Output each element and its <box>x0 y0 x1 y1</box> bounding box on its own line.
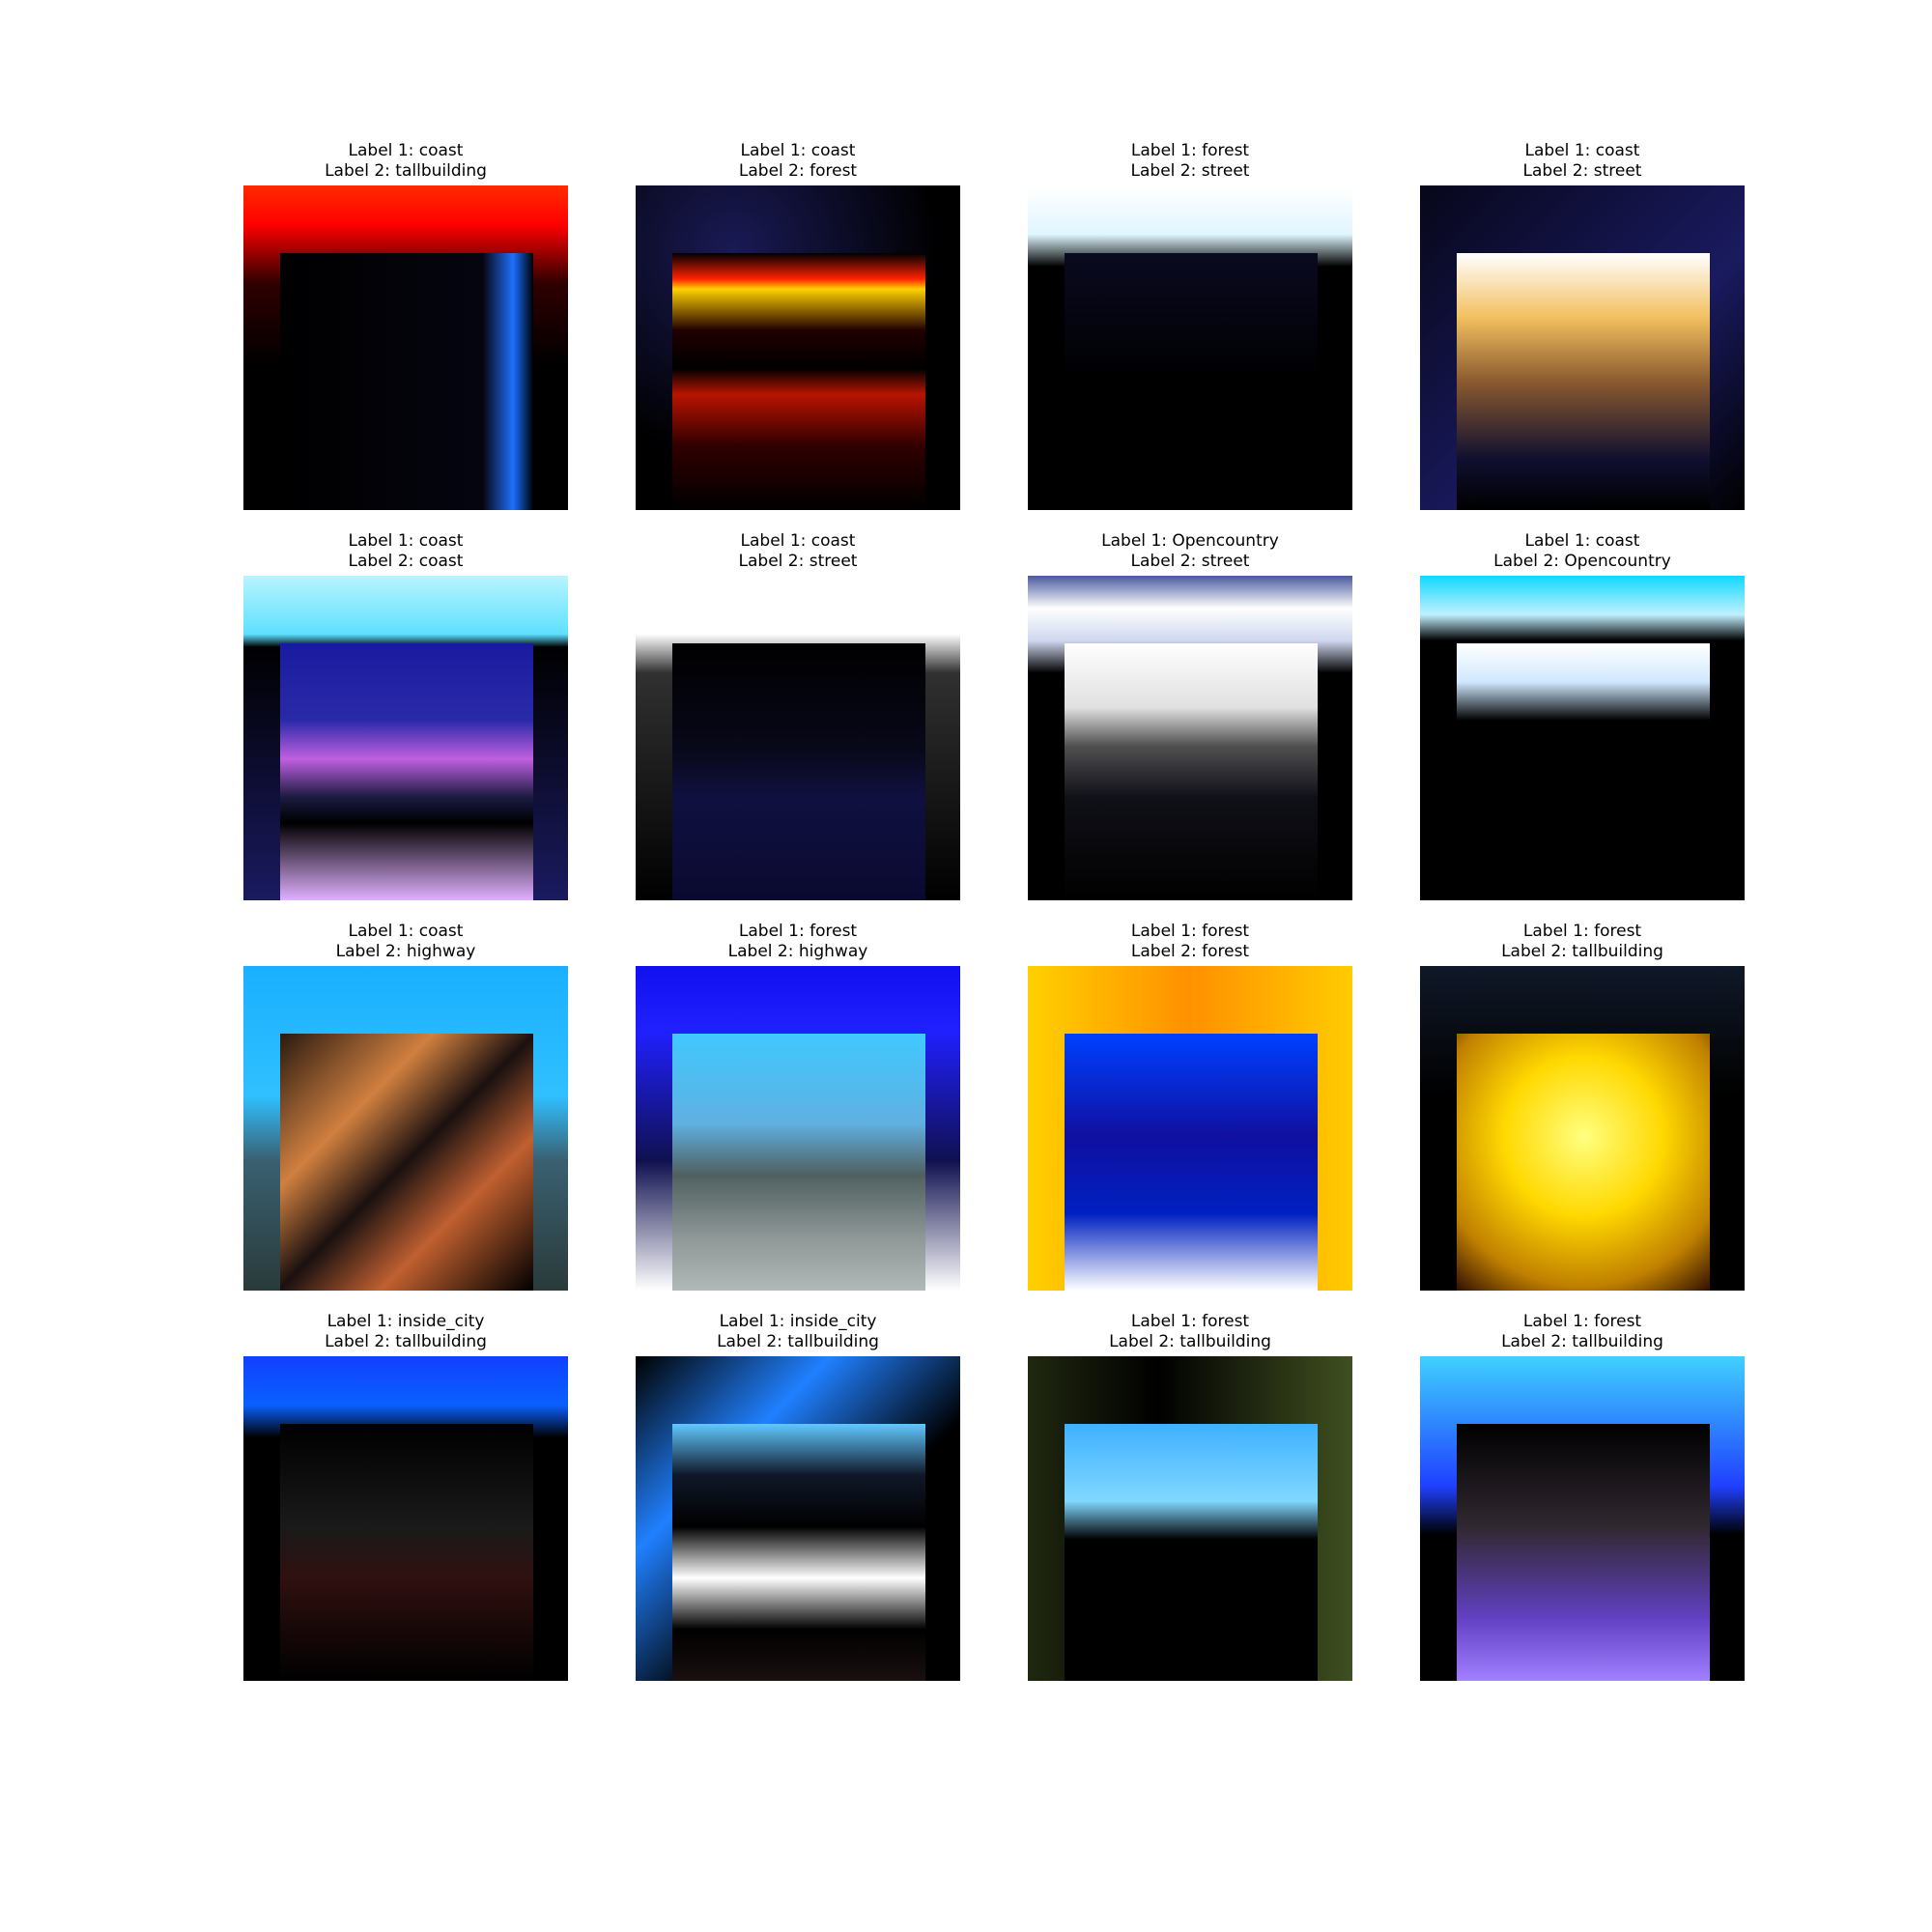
label-1: Label 1: forest <box>1130 141 1250 160</box>
label-2: Label 2: Opencountry <box>1493 552 1671 571</box>
panel-caption: Label 1: forest Label 2: forest <box>989 922 1391 964</box>
label-1: Label 1: Opencountry <box>1101 531 1279 551</box>
pasted-patch <box>1457 643 1710 900</box>
panel: Label 1: coast Label 2: Opencountry <box>1420 531 1745 900</box>
panel-caption: Label 1: coast Label 2: highway <box>205 922 607 964</box>
label-2: Label 2: forest <box>738 161 858 181</box>
label-2: Label 2: tallbuilding <box>1501 1332 1663 1351</box>
label-1: Label 1: forest <box>1130 1312 1250 1331</box>
pasted-patch <box>672 643 925 900</box>
panel: Label 1: forest Label 2: tallbuilding <box>1420 922 1745 1291</box>
label-2: Label 2: forest <box>1130 942 1250 961</box>
scene-image <box>1028 1356 1352 1681</box>
pasted-patch <box>280 1034 533 1291</box>
panel-caption: Label 1: coast Label 2: coast <box>205 531 607 574</box>
panel: Label 1: coast Label 2: forest <box>636 141 960 510</box>
panel: Label 1: forest Label 2: forest <box>1028 922 1352 1291</box>
panel-caption: Label 1: forest Label 2: tallbuilding <box>1381 922 1783 964</box>
label-1: Label 1: coast <box>348 531 464 551</box>
scene-image <box>1420 966 1745 1291</box>
label-2: Label 2: street <box>1130 161 1250 181</box>
pasted-patch <box>672 1034 925 1291</box>
panel: Label 1: coast Label 2: street <box>1420 141 1745 510</box>
label-1: Label 1: inside_city <box>719 1312 877 1331</box>
label-1: Label 1: inside_city <box>327 1312 485 1331</box>
pasted-patch <box>1065 1034 1318 1291</box>
panel-caption: Label 1: coast Label 2: tallbuilding <box>205 141 607 184</box>
label-2: Label 2: tallbuilding <box>325 1332 487 1351</box>
label-2: Label 2: tallbuilding <box>717 1332 879 1351</box>
panel: Label 1: inside_city Label 2: tallbuildin… <box>636 1312 960 1681</box>
panel-caption: Label 1: coast Label 2: Opencountry <box>1381 531 1783 574</box>
panel: Label 1: forest Label 2: tallbuilding <box>1028 1312 1352 1681</box>
label-2: Label 2: street <box>738 552 858 571</box>
panel-caption: Label 1: Opencountry Label 2: street <box>989 531 1391 574</box>
panel: Label 1: forest Label 2: tallbuilding <box>1420 1312 1745 1681</box>
label-2: Label 2: tallbuilding <box>1109 1332 1271 1351</box>
scene-image <box>636 1356 960 1681</box>
image-grid: Label 1: coast Label 2: tallbuilding Label… <box>243 141 1745 1681</box>
pasted-patch <box>1457 1034 1710 1291</box>
pasted-patch <box>280 1424 533 1681</box>
panel-caption: Label 1: coast Label 2: street <box>1381 141 1783 184</box>
panel: Label 1: Opencountry Label 2: street <box>1028 531 1352 900</box>
panel-caption: Label 1: forest Label 2: tallbuilding <box>989 1312 1391 1354</box>
label-2: Label 2: highway <box>727 942 868 961</box>
scene-image <box>243 185 568 510</box>
label-2: Label 2: street <box>1522 161 1642 181</box>
panel: Label 1: coast Label 2: highway <box>243 922 568 1291</box>
label-1: Label 1: coast <box>348 922 464 941</box>
panel: Label 1: forest Label 2: street <box>1028 141 1352 510</box>
pasted-patch <box>672 1424 925 1681</box>
scene-image <box>1420 576 1745 900</box>
scene-image <box>636 966 960 1291</box>
scene-image <box>636 576 960 900</box>
pasted-patch <box>1065 643 1318 900</box>
panel-caption: Label 1: inside_city Label 2: tallbuildin… <box>597 1312 999 1354</box>
label-1: Label 1: coast <box>740 141 856 160</box>
panel-caption: Label 1: coast Label 2: street <box>597 531 999 574</box>
scene-image <box>243 966 568 1291</box>
label-1: Label 1: forest <box>1522 922 1642 941</box>
pasted-patch <box>672 253 925 510</box>
label-1: Label 1: forest <box>738 922 858 941</box>
panel-caption: Label 1: forest Label 2: tallbuilding <box>1381 1312 1783 1354</box>
label-2: Label 2: tallbuilding <box>325 161 487 181</box>
label-1: Label 1: forest <box>1130 922 1250 941</box>
pasted-patch <box>1065 253 1318 510</box>
panel: Label 1: coast Label 2: street <box>636 531 960 900</box>
panel-caption: Label 1: forest Label 2: highway <box>597 922 999 964</box>
label-1: Label 1: coast <box>348 141 464 160</box>
scene-image <box>636 185 960 510</box>
scene-image <box>1028 966 1352 1291</box>
label-2: Label 2: coast <box>348 552 464 571</box>
scene-image <box>1420 1356 1745 1681</box>
panel: Label 1: forest Label 2: highway <box>636 922 960 1291</box>
panel: Label 1: inside_city Label 2: tallbuildin… <box>243 1312 568 1681</box>
scene-image <box>1420 185 1745 510</box>
scene-image <box>1028 576 1352 900</box>
label-2: Label 2: street <box>1130 552 1250 571</box>
label-1: Label 1: coast <box>740 531 856 551</box>
label-1: Label 1: coast <box>1524 141 1640 160</box>
scene-image <box>243 576 568 900</box>
panel: Label 1: coast Label 2: tallbuilding <box>243 141 568 510</box>
scene-image <box>1028 185 1352 510</box>
pasted-patch <box>1457 1424 1710 1681</box>
label-2: Label 2: highway <box>335 942 476 961</box>
panel: Label 1: coast Label 2: coast <box>243 531 568 900</box>
pasted-patch <box>1457 253 1710 510</box>
label-1: Label 1: coast <box>1524 531 1640 551</box>
pasted-patch <box>1065 1424 1318 1681</box>
panel-caption: Label 1: coast Label 2: forest <box>597 141 999 184</box>
pasted-patch <box>280 643 533 900</box>
panel-caption: Label 1: inside_city Label 2: tallbuildin… <box>205 1312 607 1354</box>
label-1: Label 1: forest <box>1522 1312 1642 1331</box>
label-2: Label 2: tallbuilding <box>1501 942 1663 961</box>
pasted-patch <box>280 253 533 510</box>
scene-image <box>243 1356 568 1681</box>
panel-caption: Label 1: forest Label 2: street <box>989 141 1391 184</box>
